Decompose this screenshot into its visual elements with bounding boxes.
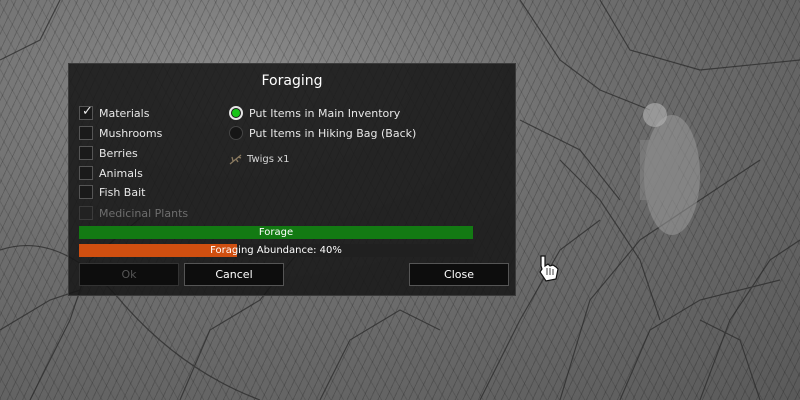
- character-figure: [640, 103, 700, 235]
- hiking-bag-radio[interactable]: [229, 126, 243, 140]
- category-label: Animals: [99, 166, 143, 180]
- twigs-icon: [229, 154, 242, 165]
- close-button[interactable]: Close: [409, 263, 509, 286]
- category-animals[interactable]: Animals: [79, 165, 143, 181]
- category-label: Materials: [99, 106, 150, 120]
- destination-label: Put Items in Main Inventory: [249, 106, 401, 120]
- category-mushrooms[interactable]: Mushrooms: [79, 125, 162, 141]
- forage-progress-bar[interactable]: Forage: [79, 226, 473, 239]
- mushrooms-checkbox[interactable]: [79, 126, 93, 140]
- window-title: Foraging: [261, 73, 323, 89]
- category-label: Medicinal Plants: [99, 206, 189, 220]
- abundance-bar-label: Foraging Abundance: 40%: [210, 245, 342, 256]
- hand-cursor-icon: [539, 255, 559, 282]
- animals-checkbox[interactable]: [79, 166, 93, 180]
- abundance-bar: Foraging Abundance: 40%: [79, 244, 473, 257]
- checkmark-icon: ✓: [82, 104, 93, 119]
- category-medicinal-plants: Medicinal Plants: [79, 205, 188, 221]
- found-item-label: Twigs x1: [247, 153, 290, 165]
- fish-bait-checkbox[interactable]: [79, 185, 93, 199]
- foraging-window: Foraging ✓ Materials Mushrooms Berries A…: [68, 63, 516, 296]
- category-label: Mushrooms: [99, 126, 163, 140]
- cancel-button[interactable]: Cancel: [184, 263, 284, 286]
- destination-main-inventory[interactable]: Put Items in Main Inventory: [229, 105, 400, 121]
- category-berries[interactable]: Berries: [79, 145, 138, 161]
- destination-hiking-bag[interactable]: Put Items in Hiking Bag (Back): [229, 125, 416, 141]
- category-materials[interactable]: ✓ Materials: [79, 104, 150, 121]
- category-label: Fish Bait: [99, 185, 146, 199]
- destination-label: Put Items in Hiking Bag (Back): [249, 126, 417, 140]
- ok-button[interactable]: Ok: [79, 263, 179, 286]
- category-fish-bait[interactable]: Fish Bait: [79, 184, 145, 200]
- forage-bar-label: Forage: [258, 227, 294, 238]
- found-item: Twigs x1: [229, 152, 289, 166]
- category-label: Berries: [99, 146, 138, 160]
- materials-checkbox[interactable]: ✓: [79, 104, 93, 120]
- berries-checkbox[interactable]: [79, 146, 93, 160]
- medicinal-plants-checkbox: [79, 206, 93, 220]
- main-inventory-radio[interactable]: [229, 106, 243, 120]
